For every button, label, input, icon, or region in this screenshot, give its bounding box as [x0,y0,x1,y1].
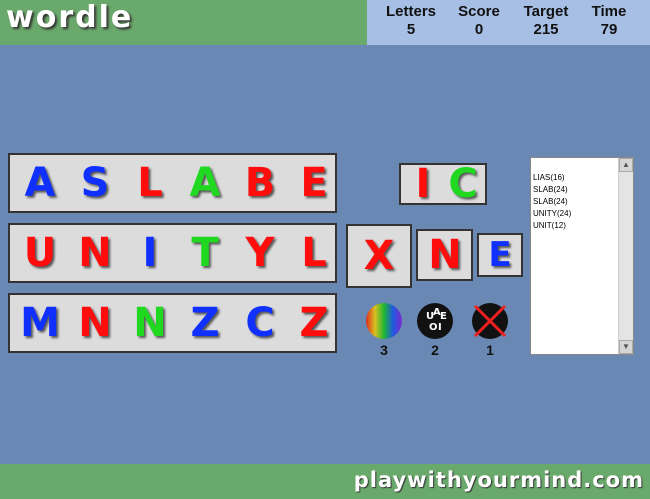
color-shuffle-count: 3 [380,342,388,358]
selected-letter[interactable]: E [476,233,524,277]
letter-tile[interactable]: S [71,161,119,205]
scroll-up-arrow-icon[interactable]: ▲ [619,158,633,172]
current-word-box[interactable]: I C [399,163,487,205]
selected-letter-box[interactable]: N [416,229,473,281]
selected-letter-box[interactable]: X [346,224,412,288]
letter-tile[interactable]: Z [290,301,338,345]
letter-row-3: M N N Z C Z [8,293,337,353]
current-word-letter[interactable]: I [401,164,445,204]
letter-tile[interactable]: N [126,301,174,345]
stat-letters-label: Letters [385,3,437,20]
svg-text:I: I [438,322,442,333]
color-shuffle-icon[interactable] [366,303,402,339]
stat-letters: Letters 5 [381,3,441,39]
word-list-scrollbar[interactable]: ▲ ▼ [618,158,633,354]
letter-tile[interactable]: M [16,301,64,345]
letter-tile[interactable]: B [236,161,284,205]
stat-target-label: Target [523,3,569,20]
letter-tile[interactable]: U [16,231,64,275]
svg-text:E: E [440,311,447,322]
stat-target: Target 215 [517,3,575,39]
selected-letter[interactable]: X [355,234,403,278]
stat-target-value: 215 [533,21,559,38]
letter-tile[interactable]: C [236,301,284,345]
selected-letter-box[interactable]: E [477,233,523,277]
letter-tile[interactable]: A [181,161,229,205]
stat-time-label: Time [591,3,627,20]
letter-tile[interactable]: L [290,231,338,275]
stat-score-value: 0 [474,21,484,38]
letter-tile[interactable]: Y [236,231,284,275]
stat-score: Score 0 [453,3,505,39]
scroll-down-arrow-icon[interactable]: ▼ [619,340,633,354]
site-link[interactable]: playwithyourmind.com [354,468,644,492]
letter-tile[interactable]: E [290,161,338,205]
current-word-letter[interactable]: C [441,164,485,204]
stat-time-value: 79 [600,21,618,38]
letter-tile[interactable]: L [126,161,174,205]
letter-tile[interactable]: Z [181,301,229,345]
found-words-list[interactable]: LIAS(16) SLAB(24) SLAB(24) UNITY(24) UNI… [530,157,634,355]
stat-score-label: Score [458,3,500,20]
vowels-count: 2 [431,342,439,358]
letter-tile[interactable]: N [71,231,119,275]
letter-tile[interactable]: A [16,161,64,205]
letter-tile[interactable]: I [126,231,174,275]
letter-row-2: U N I T Y L [8,223,337,283]
blocked-icon[interactable] [472,303,508,339]
letter-row-1: A S L A B E [8,153,337,213]
game-title: wordle [6,0,134,35]
blocked-count: 1 [486,342,494,358]
letter-tile[interactable]: N [71,301,119,345]
title-bar: wordle [0,0,367,45]
vowels-icon[interactable]: U A E O I [417,303,453,339]
stat-time: Time 79 [585,3,633,39]
stat-letters-value: 5 [406,21,416,38]
stats-panel: Letters 5 Score 0 Target 215 Time 79 [367,0,650,45]
footer-bar: playwithyourmind.com [0,464,650,499]
letter-tile[interactable]: T [181,231,229,275]
selected-letter[interactable]: N [421,233,469,277]
svg-text:O: O [429,322,438,333]
